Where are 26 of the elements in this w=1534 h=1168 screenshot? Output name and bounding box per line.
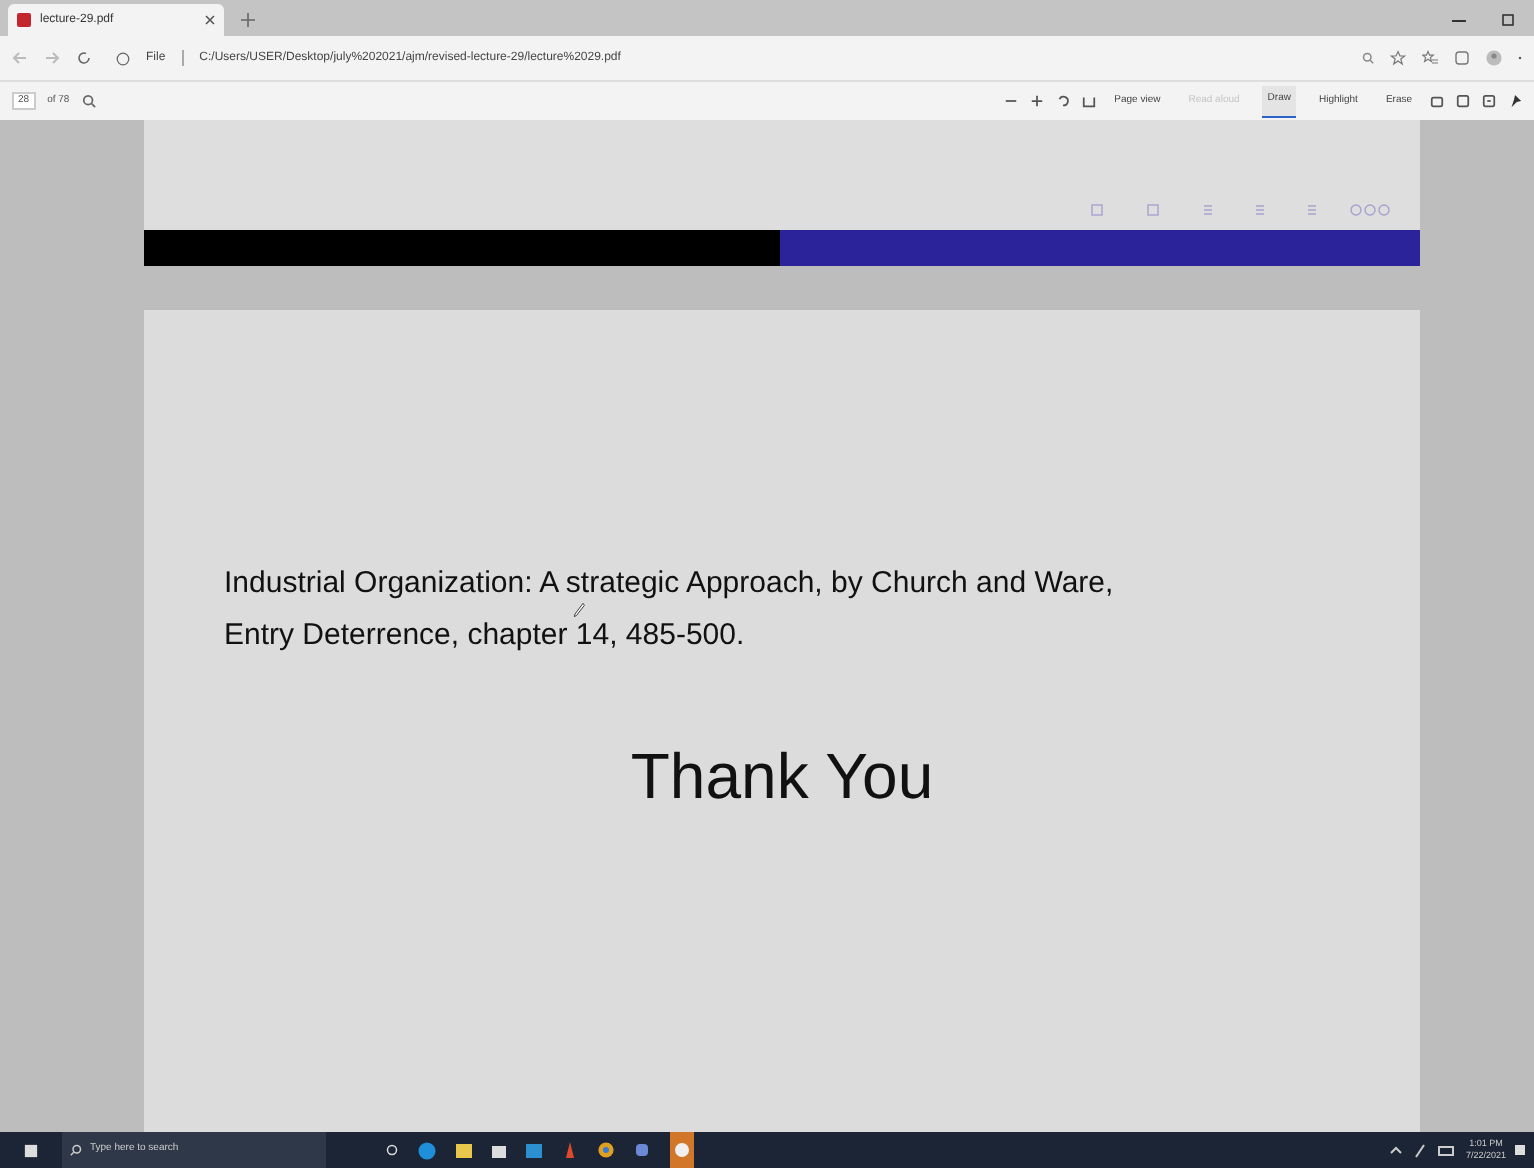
maximize-icon[interactable] [1502,14,1514,26]
search-icon [70,1144,82,1156]
favorites-icon[interactable] [1422,50,1438,66]
star-icon[interactable] [1390,50,1406,66]
chevron-up-icon[interactable] [1389,1146,1402,1154]
reference-line: Industrial Organization: A strategic Approach, by Church and Ware, [224,566,1114,600]
profile-icon[interactable] [1486,50,1502,66]
zoom-icon[interactable] [1362,52,1374,64]
new-tab-icon[interactable] [240,12,256,28]
pen-cursor-icon [572,601,586,617]
search-icon[interactable] [81,94,96,108]
fit-page-icon[interactable] [1082,94,1097,108]
reference-line: Entry Deterrence, chapter 14, 485-500. [224,618,745,652]
zoom-in-icon[interactable] [1030,94,1045,108]
refresh-icon[interactable] [76,50,92,66]
app-icon[interactable] [634,1142,650,1158]
minimize-icon[interactable] [1452,20,1466,24]
closing-title: Thank You [630,738,934,816]
task-view-icon[interactable] [386,1144,398,1156]
pdf-file-icon [16,12,32,28]
zoom-out-icon[interactable] [1004,94,1019,108]
rotate-icon[interactable] [1056,94,1071,108]
app-icon[interactable] [670,1132,694,1168]
close-icon[interactable] [204,14,216,26]
keyboard-icon[interactable] [1437,1145,1454,1155]
app-icon[interactable] [562,1142,578,1158]
